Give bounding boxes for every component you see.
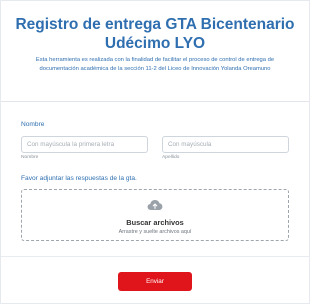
last-name-input[interactable] bbox=[162, 136, 289, 153]
submit-area: Enviar bbox=[1, 270, 309, 291]
form-page: Registro de entrega GTA Bicentenario Udé… bbox=[0, 0, 310, 304]
form-header: Registro de entrega GTA Bicentenario Udé… bbox=[1, 1, 309, 87]
dropzone-title: Buscar archivos bbox=[126, 218, 184, 227]
first-name-group: Nombre bbox=[21, 133, 148, 160]
dropzone-subtitle: Arrastre y suelte archivos aquí bbox=[118, 229, 192, 235]
page-title: Registro de entrega GTA Bicentenario Udé… bbox=[15, 16, 295, 52]
name-row: Nombre Apellido bbox=[21, 133, 289, 160]
page-description: Esta herramienta es realizada con la fin… bbox=[35, 57, 275, 72]
submit-button[interactable]: Enviar bbox=[118, 272, 192, 291]
first-name-input[interactable] bbox=[21, 136, 148, 153]
file-dropzone[interactable]: Buscar archivos Arrastre y suelte archiv… bbox=[21, 189, 289, 241]
footer-divider bbox=[1, 256, 309, 257]
header-divider bbox=[1, 101, 309, 102]
name-section-label: Nombre bbox=[21, 121, 45, 128]
first-name-sublabel: Nombre bbox=[21, 155, 39, 160]
cloud-upload-icon bbox=[147, 198, 163, 210]
submission-form: Nombre Nombre Apellido Favor adjuntar la… bbox=[1, 121, 309, 241]
last-name-sublabel: Apellido bbox=[162, 155, 180, 160]
attach-label: Favor adjuntar las respuestas de la gta. bbox=[21, 175, 137, 182]
last-name-group: Apellido bbox=[162, 133, 289, 160]
